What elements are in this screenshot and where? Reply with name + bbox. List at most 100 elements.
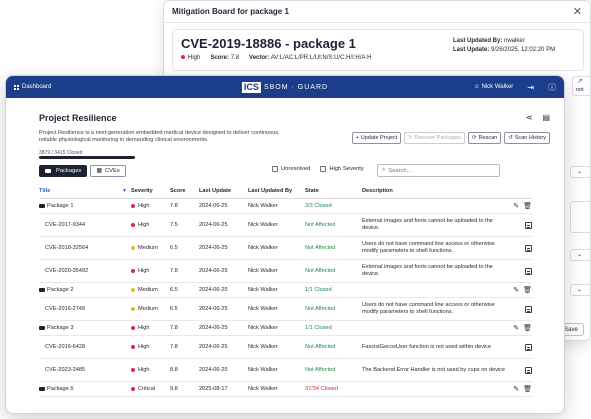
row-actions xyxy=(507,366,532,374)
cve-row[interactable]: CVE-2016-6428 High 7.8 2024-06-25 Nick Walke… xyxy=(39,336,532,359)
modal-dropdown-2[interactable]: ⌄ xyxy=(570,249,590,261)
user-menu[interactable]: ☺ Nick Walker xyxy=(474,84,514,90)
package-row[interactable]: Package 2 Medium 6.5 2024-06-25 Nick Walker 1… xyxy=(39,283,532,298)
notes-icon[interactable] xyxy=(525,267,532,275)
row-title: CVE-2016-6428 xyxy=(45,344,86,350)
col-title[interactable]: Title ▼ xyxy=(39,188,131,194)
cve-summary-card: CVE-2019-18886 - package 1 High Score: 7… xyxy=(172,29,584,71)
edit-icon[interactable]: ✎ xyxy=(513,324,519,332)
notes-icon[interactable] xyxy=(525,343,532,351)
dashboard-link[interactable]: Dashboard xyxy=(14,84,51,90)
modal-dropdown-3[interactable]: ⌄ xyxy=(570,284,590,296)
row-severity: Medium xyxy=(131,306,170,312)
cve-meta: High Score: 7.8 Vector: AV:L/AC:L/PR:L/U… xyxy=(181,55,371,61)
row-last-update: 2024-06-25 xyxy=(199,367,228,373)
edit-icon[interactable]: ✎ xyxy=(513,202,519,210)
sort-desc-icon: ▼ xyxy=(122,188,127,194)
row-score: 6.5 xyxy=(170,245,178,251)
folder-icon xyxy=(39,326,45,330)
severity-dot-icon xyxy=(131,223,135,227)
row-updated-by: Nick Walker xyxy=(248,203,278,209)
package-row[interactable]: Package 6 Critical 9.8 2025-08-17 Nick Walke… xyxy=(39,382,532,397)
row-updated-by: Nick Walker xyxy=(248,344,278,350)
severity-dot-icon xyxy=(181,55,185,60)
project-header-actions: ⋖ ▤ xyxy=(526,113,550,122)
row-actions: ✎ 🗑 xyxy=(507,324,532,332)
row-description: Users do not have command line access or… xyxy=(362,302,495,315)
edit-icon[interactable]: ✎ xyxy=(513,385,519,393)
row-updated-by: Nick Walker xyxy=(248,367,278,373)
col-last-updated-by[interactable]: Last Updated By xyxy=(248,188,305,194)
col-score[interactable]: Score xyxy=(170,188,199,194)
help-icon[interactable]: ⓘ xyxy=(548,82,556,93)
row-state: Not Affected xyxy=(305,222,336,228)
notes-icon[interactable] xyxy=(525,244,532,252)
cve-row[interactable]: CVE-2016-2749 Medium 6.5 2024-06-25 Nick Wal… xyxy=(39,298,532,321)
recover-packages-button[interactable]: ↻ Recover Packages xyxy=(404,132,465,144)
update-project-button[interactable]: + Update Project xyxy=(352,132,402,144)
packages-table: Title ▼ Severity Score Last Update Last U… xyxy=(39,184,532,397)
row-actions: ✎ 🗑 xyxy=(507,286,532,294)
cve-row[interactable]: CVE-2018-32564 Medium 6.5 2024-06-25 Nick Wa… xyxy=(39,237,532,260)
share-icon[interactable]: ⋖ xyxy=(526,113,533,122)
trash-icon[interactable]: 🗑 xyxy=(523,286,532,294)
folder-icon xyxy=(39,387,45,391)
package-row[interactable]: Package 1 High 7.8 2024-06-25 Nick Walker 3/3… xyxy=(39,199,532,214)
row-updated-by: Nick Walker xyxy=(248,245,278,251)
severity-dot-icon xyxy=(131,307,135,311)
package-row[interactable]: Package 3 High 7.8 2024-06-25 Nick Walker 1/1… xyxy=(39,321,532,336)
tab-cves[interactable]: ▦ CVEs xyxy=(90,165,126,177)
user-icon: ☺ xyxy=(473,84,480,90)
notes-icon[interactable] xyxy=(525,305,532,313)
row-last-update: 2025-08-17 xyxy=(199,386,228,392)
modal-textarea[interactable] xyxy=(570,201,590,233)
scan-history-button[interactable]: ↺ Scan History xyxy=(504,132,550,144)
col-state[interactable]: State xyxy=(305,188,362,194)
row-last-update: 2024-06-25 xyxy=(199,344,228,350)
edit-icon[interactable]: ✎ xyxy=(513,286,519,294)
close-icon[interactable]: ✕ xyxy=(573,5,582,18)
unresolved-checkbox[interactable]: Unresolved xyxy=(272,166,310,172)
external-link-icon[interactable]: ↗ xyxy=(577,77,583,85)
high-severity-checkbox[interactable]: High Severity xyxy=(320,166,364,172)
row-score: 7.8 xyxy=(170,203,178,209)
cve-row[interactable]: CVE-2017-9344 High 7.5 2024-06-25 Nick Walke… xyxy=(39,214,532,237)
row-updated-by: Nick Walker xyxy=(248,386,278,392)
cve-row[interactable]: CVE-2023-2485 High 8.8 2024-06-25 Nick Walke… xyxy=(39,359,532,382)
severity-dot-icon xyxy=(131,387,135,391)
notes-icon[interactable] xyxy=(525,221,532,229)
chevron-down-icon: ⌄ xyxy=(577,252,583,258)
col-last-update[interactable]: Last Update xyxy=(199,188,248,194)
row-actions xyxy=(507,343,532,351)
row-state: Not Affected xyxy=(305,367,336,373)
tab-packages[interactable]: Packages xyxy=(39,165,88,177)
project-actions: + Update Project ↻ Recover Packages ⟳ Resc… xyxy=(352,132,550,144)
notes-icon[interactable] xyxy=(525,366,532,374)
trash-icon[interactable]: 🗑 xyxy=(523,324,532,332)
trash-icon[interactable]: 🗑 xyxy=(523,385,532,393)
update-info: Last Updated By: nwalker Last Update: 9/… xyxy=(453,38,556,53)
severity-dot-icon xyxy=(131,246,135,250)
row-title: CVE-2018-32564 xyxy=(45,245,89,251)
row-severity: Critical xyxy=(131,386,170,392)
row-description: Users do not have command line access or… xyxy=(362,241,495,254)
row-state: 1/1 Closed xyxy=(305,325,332,331)
brand-logo: ICS SBOM · GUARD xyxy=(241,81,329,93)
col-severity[interactable]: Severity xyxy=(131,188,170,194)
modal-dropdown-1[interactable]: ⌄ xyxy=(570,166,590,178)
side-fragment-text: not xyxy=(576,87,584,93)
trash-icon[interactable]: 🗑 xyxy=(523,202,532,210)
cve-row[interactable]: CVE-2020-35492 High 7.8 2024-06-25 Nick Walk… xyxy=(39,260,532,283)
row-updated-by: Nick Walker xyxy=(248,325,278,331)
recover-icon: ↻ xyxy=(408,135,413,141)
logout-icon[interactable]: ⇥ xyxy=(527,83,534,92)
col-description: Description xyxy=(362,187,393,194)
row-actions xyxy=(507,267,532,275)
folder-icon xyxy=(45,169,51,173)
rescan-button[interactable]: ⟳ Rescan xyxy=(467,132,502,144)
row-last-update: 2024-06-25 xyxy=(199,325,228,331)
report-icon[interactable]: ▤ xyxy=(542,113,550,122)
search-input[interactable]: ⌕ Search... xyxy=(377,164,500,177)
severity-dot-icon xyxy=(131,288,135,292)
cve-title: CVE-2019-18886 - package 1 xyxy=(181,36,356,51)
